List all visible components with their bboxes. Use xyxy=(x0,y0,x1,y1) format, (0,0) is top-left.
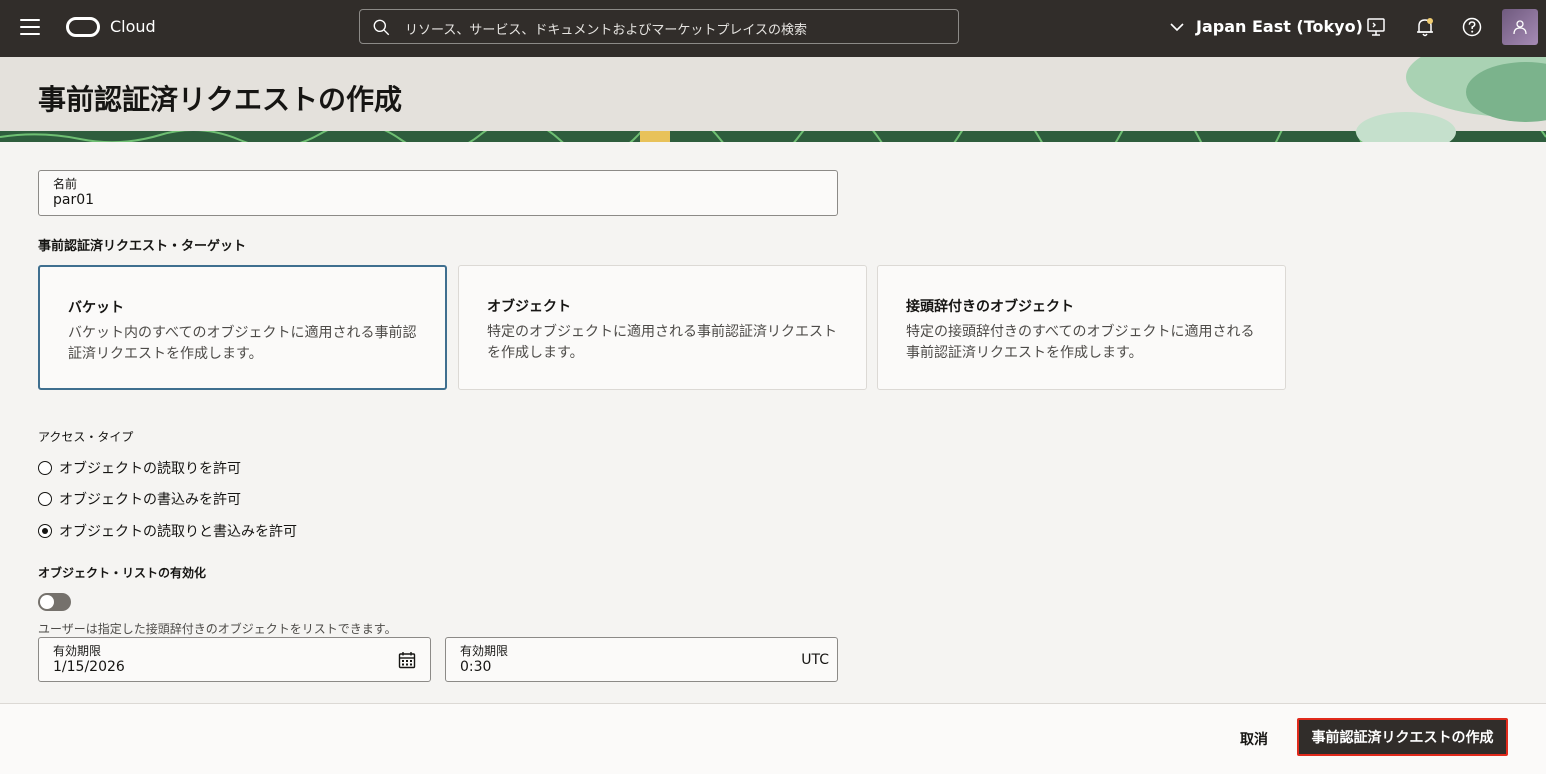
radio-button[interactable] xyxy=(38,461,52,475)
radio-button[interactable] xyxy=(38,492,52,506)
form-footer: 取消 事前認証済リクエストの作成 xyxy=(0,703,1546,774)
expiry-date-value[interactable]: 1/15/2026 xyxy=(53,659,125,675)
cancel-button[interactable]: 取消 xyxy=(1230,725,1278,753)
toggle-knob xyxy=(40,595,54,609)
expiry-time-field[interactable]: 有効期限 0:30 UTC xyxy=(445,637,838,682)
search-placeholder: リソース、サービス、ドキュメントおよびマーケットプレイスの検索 xyxy=(405,23,807,38)
access-option-label: オブジェクトの読取りと書込みを許可 xyxy=(59,524,297,540)
name-field[interactable]: 名前 par01 xyxy=(38,170,838,216)
search-input[interactable]: リソース、サービス、ドキュメントおよびマーケットプレイスの検索 xyxy=(359,9,959,44)
region-label: Japan East (Tokyo) xyxy=(1196,17,1363,36)
expiry-date-field[interactable]: 有効期限 1/15/2026 xyxy=(38,637,431,682)
object-listing-hint: ユーザーは指定した接頭辞付きのオブジェクトをリストできます。 xyxy=(38,622,397,636)
page-title: 事前認証済リクエストの作成 xyxy=(38,83,403,116)
access-option-write[interactable]: オブジェクトの書込みを許可 xyxy=(38,489,241,509)
expiry-date-label: 有効期限 xyxy=(53,644,102,658)
top-navigation-bar: Cloud リソース、サービス、ドキュメントおよびマーケットプレイスの検索 Ja… xyxy=(0,0,1546,57)
expiry-time-label: 有効期限 xyxy=(460,644,509,658)
target-card-title: バケット xyxy=(68,300,124,316)
name-field-label: 名前 xyxy=(53,177,78,191)
expiry-time-value[interactable]: 0:30 xyxy=(460,659,491,675)
menu-icon[interactable] xyxy=(20,19,40,37)
user-avatar[interactable] xyxy=(1502,9,1538,45)
target-card-description: 特定のオブジェクトに適用される事前認証済リクエストを作成します。 xyxy=(487,324,837,361)
search-icon xyxy=(373,19,390,36)
help-icon[interactable] xyxy=(1461,16,1483,38)
target-card-title: オブジェクト xyxy=(487,299,571,315)
target-heading: 事前認証済リクエスト・ターゲット xyxy=(38,239,247,254)
user-profile-icon xyxy=(1513,20,1527,35)
target-card-object[interactable]: オブジェクト 特定のオブジェクトに適用される事前認証済リクエストを作成します。 xyxy=(458,265,867,390)
radio-button-selected[interactable] xyxy=(38,524,52,538)
target-card-prefix-objects[interactable]: 接頭辞付きのオブジェクト 特定の接頭辞付きのすべてのオブジェクトに適用される事前… xyxy=(877,265,1286,390)
name-field-value[interactable]: par01 xyxy=(53,192,94,208)
target-card-description: バケット内のすべてのオブジェクトに適用される事前認証済リクエストを作成します。 xyxy=(68,325,417,362)
region-selector[interactable]: Japan East (Tokyo) xyxy=(1170,17,1363,36)
object-listing-label: オブジェクト・リストの有効化 xyxy=(38,566,207,580)
banner-pattern xyxy=(0,131,1546,142)
cloud-shell-icon[interactable] xyxy=(1365,16,1387,38)
access-option-read[interactable]: オブジェクトの読取りを許可 xyxy=(38,458,241,478)
brand-name[interactable]: Cloud xyxy=(110,17,156,36)
chevron-down-icon xyxy=(1170,22,1184,31)
notifications-bell-icon[interactable] xyxy=(1414,16,1436,38)
access-option-label: オブジェクトの書込みを許可 xyxy=(59,492,241,508)
target-card-title: 接頭辞付きのオブジェクト xyxy=(906,299,1074,315)
target-card-bucket[interactable]: バケット バケット内のすべてのオブジェクトに適用される事前認証済リクエストを作成… xyxy=(38,265,447,390)
access-option-read-write[interactable]: オブジェクトの読取りと書込みを許可 xyxy=(38,521,297,541)
oracle-logo-icon[interactable] xyxy=(66,17,100,37)
access-option-label: オブジェクトの読取りを許可 xyxy=(59,461,241,477)
object-listing-toggle[interactable] xyxy=(38,593,71,611)
target-card-description: 特定の接頭辞付きのすべてのオブジェクトに適用される事前認証済リクエストを作成しま… xyxy=(906,324,1255,361)
timezone-label: UTC xyxy=(801,652,829,668)
create-par-button[interactable]: 事前認証済リクエストの作成 xyxy=(1297,718,1508,756)
banner-decoration xyxy=(1356,57,1546,142)
access-type-label: アクセス・タイプ xyxy=(38,430,134,444)
calendar-icon[interactable] xyxy=(398,651,416,669)
